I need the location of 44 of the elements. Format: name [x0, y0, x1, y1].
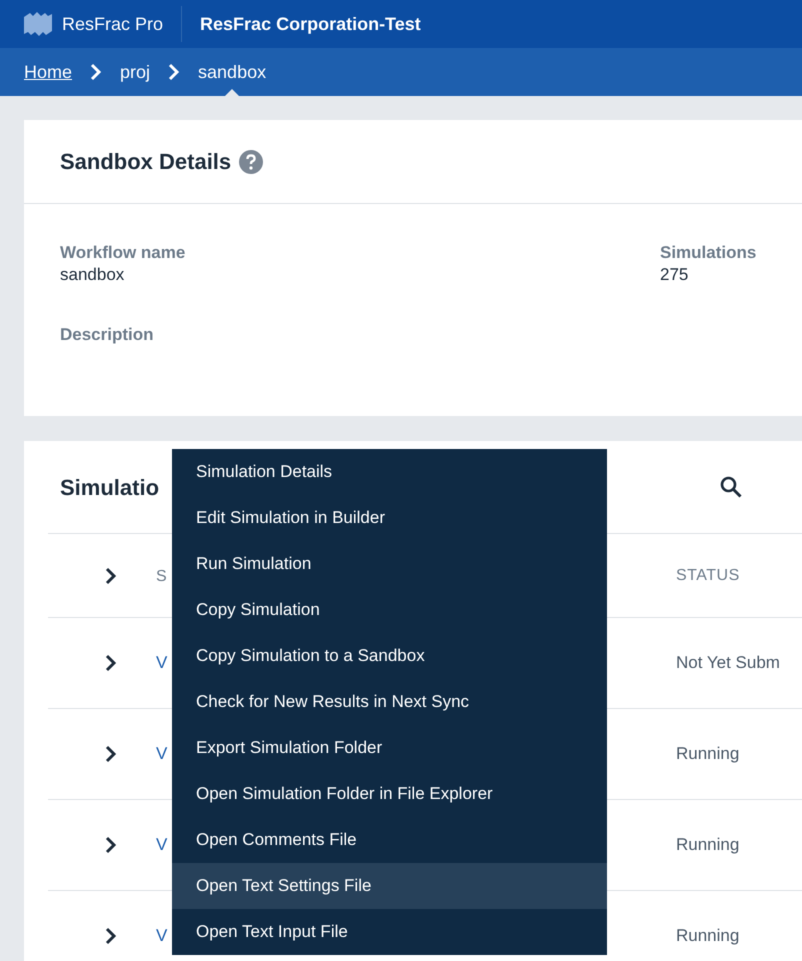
menu-item[interactable]: Export Simulation Folder [172, 725, 607, 771]
field-label: Workflow name [60, 242, 186, 264]
field-label: Simulations [660, 242, 756, 264]
menu-item[interactable]: Simulation Details [172, 449, 607, 495]
menu-item[interactable]: Copy Simulation to a Sandbox [172, 633, 607, 679]
current-page-marker [225, 89, 240, 96]
simulation-name-link[interactable]: V [156, 835, 168, 854]
card-title: Simulatio [60, 474, 160, 502]
card-title: Sandbox Details [60, 148, 232, 176]
chevron-icon [168, 63, 180, 81]
breadcrumb[interactable]: Home [24, 48, 72, 96]
menu-item[interactable]: Run Simulation [172, 541, 607, 587]
expand-row-icon[interactable] [105, 654, 117, 672]
organization-name: ResFrac Corporation-Test [200, 12, 421, 36]
chevron-icon [90, 63, 102, 81]
expand-row-icon[interactable] [105, 927, 117, 945]
logo-icon [24, 11, 52, 37]
menu-item[interactable]: Open Text Settings File [172, 863, 607, 909]
breadcrumb[interactable]: proj [120, 48, 150, 96]
field-value: 275 [660, 264, 690, 286]
menu-item[interactable]: Copy Simulation [172, 587, 607, 633]
expand-all-icon[interactable] [105, 566, 117, 584]
help-icon[interactable] [239, 150, 264, 174]
simulation-name-link[interactable]: V [156, 744, 168, 764]
status-text: Running [676, 834, 740, 856]
column-header: STATUS [676, 566, 740, 586]
menu-item[interactable]: Check for New Results in Next Sync [172, 679, 607, 725]
search-icon[interactable] [720, 476, 742, 498]
simulation-name-link[interactable]: V [156, 653, 168, 672]
menu-item[interactable]: Open Text Input File [172, 909, 607, 955]
field-label: Description [59, 324, 155, 346]
status-text: Not Yet Subm [676, 652, 780, 674]
column-header: S [156, 568, 168, 584]
menu-item[interactable]: Edit Simulation in Builder [172, 495, 607, 541]
field-value: sandbox [60, 264, 126, 286]
current-breadcrumb: sandbox [198, 48, 266, 96]
app-name: ResFrac Pro [62, 12, 164, 36]
menu-item[interactable]: Open Comments File [172, 817, 607, 863]
expand-row-icon[interactable] [105, 836, 117, 854]
simulation-name-link[interactable]: V [156, 926, 168, 946]
expand-row-icon[interactable] [105, 745, 117, 763]
status-text: Running [676, 925, 740, 948]
menu-item[interactable]: Open Simulation Folder in File Explorer [172, 771, 607, 817]
status-text: Running [676, 743, 740, 766]
